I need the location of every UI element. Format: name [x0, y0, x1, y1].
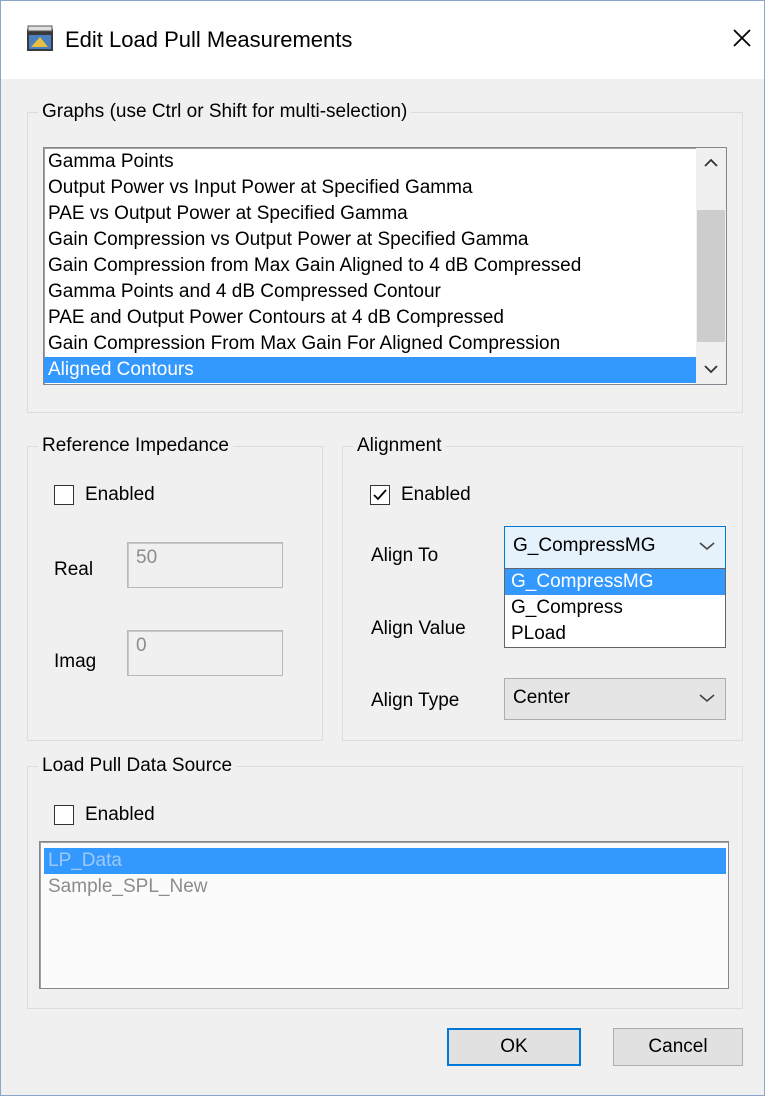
data-source-item[interactable]: Sample_SPL_New — [44, 874, 726, 900]
graph-item-selected[interactable]: Aligned Contours — [44, 357, 696, 383]
close-icon[interactable] — [729, 25, 755, 51]
alignment-enabled-label: Enabled — [401, 484, 471, 505]
data-source-legend: Load Pull Data Source — [42, 755, 233, 776]
real-label: Real — [54, 559, 94, 580]
reference-impedance-legend: Reference Impedance — [42, 435, 229, 456]
align-type-value: Center — [513, 687, 571, 708]
ok-button[interactable]: OK — [447, 1028, 581, 1066]
window-title: Edit Load Pull Measurements — [65, 27, 353, 52]
ref-impedance-enabled-checkbox[interactable] — [54, 485, 74, 505]
graph-item[interactable]: Gamma Points — [44, 149, 696, 175]
dropdown-option[interactable]: G_Compress — [505, 595, 725, 621]
title-bar[interactable]: Edit Load Pull Measurements — [1, 1, 764, 79]
cancel-button[interactable]: Cancel — [613, 1028, 743, 1066]
align-to-dropdown[interactable]: G_CompressMG G_Compress PLoad — [504, 568, 726, 648]
align-type-select[interactable]: Center — [504, 678, 726, 720]
graphs-listbox[interactable]: Gamma Points Output Power vs Input Power… — [43, 147, 727, 385]
chevron-down-icon — [699, 542, 715, 551]
data-source-enabled-checkbox[interactable] — [54, 805, 74, 825]
scroll-down-icon[interactable] — [696, 354, 726, 384]
data-source-enabled-label: Enabled — [85, 804, 155, 825]
real-input[interactable]: 50 — [127, 542, 283, 588]
graph-item[interactable]: PAE vs Output Power at Specified Gamma — [44, 201, 696, 227]
graph-item[interactable]: Gamma Points and 4 dB Compressed Contour — [44, 279, 696, 305]
scrollbar-thumb[interactable] — [697, 210, 725, 342]
alignment-enabled-checkbox[interactable] — [370, 485, 390, 505]
reference-impedance-group: Reference Impedance — [27, 435, 323, 741]
dialog-window: Edit Load Pull Measurements Graphs (use … — [0, 0, 765, 1096]
ref-impedance-enabled-label: Enabled — [85, 484, 155, 505]
graph-item[interactable]: Output Power vs Input Power at Specified… — [44, 175, 696, 201]
dropdown-option[interactable]: G_CompressMG — [505, 569, 725, 595]
imag-label: Imag — [54, 651, 97, 672]
graphs-legend: Graphs (use Ctrl or Shift for multi-sele… — [42, 101, 408, 122]
graph-item[interactable]: Gain Compression vs Output Power at Spec… — [44, 227, 696, 253]
checkmark-icon — [373, 489, 387, 501]
graphs-scrollbar[interactable] — [696, 148, 726, 384]
imag-input[interactable]: 0 — [127, 630, 283, 676]
scroll-up-icon[interactable] — [696, 148, 726, 178]
align-to-select[interactable]: G_CompressMG — [504, 526, 726, 570]
data-source-listbox[interactable]: LP_Data Sample_SPL_New — [39, 841, 729, 989]
awr-app-icon — [27, 25, 53, 51]
graphs-list: Gamma Points Output Power vs Input Power… — [44, 149, 696, 383]
data-source-list: LP_Data Sample_SPL_New — [44, 848, 726, 900]
dropdown-option[interactable]: PLoad — [505, 621, 725, 647]
align-to-value: G_CompressMG — [513, 535, 656, 556]
data-source-item-selected[interactable]: LP_Data — [44, 848, 726, 874]
graph-item[interactable]: Gain Compression From Max Gain For Align… — [44, 331, 696, 357]
align-type-label: Align Type — [371, 690, 460, 711]
chevron-down-icon — [699, 694, 715, 703]
alignment-legend: Alignment — [357, 435, 442, 456]
align-to-label: Align To — [371, 545, 439, 566]
graph-item[interactable]: Gain Compression from Max Gain Aligned t… — [44, 253, 696, 279]
graph-item[interactable]: PAE and Output Power Contours at 4 dB Co… — [44, 305, 696, 331]
align-value-label: Align Value — [371, 618, 466, 639]
